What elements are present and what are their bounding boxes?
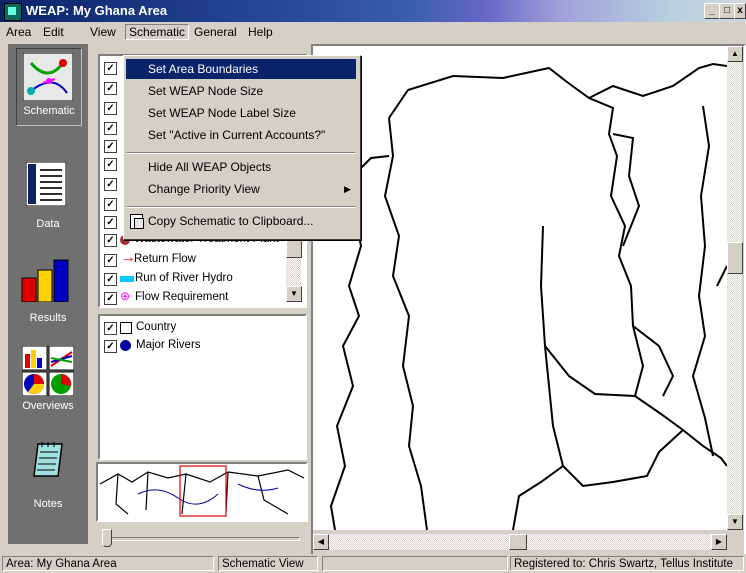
menu-bar: Area Edit View Schematic General Help bbox=[0, 22, 746, 42]
legend-checkbox[interactable]: ✓ bbox=[104, 158, 117, 171]
map-vertical-scrollbar[interactable]: ▲ ▼ bbox=[727, 46, 743, 530]
menu-item-hide-all-weap-objects[interactable]: Hide All WEAP Objects bbox=[126, 157, 356, 177]
scroll-down-icon[interactable]: ▼ bbox=[727, 514, 743, 530]
run-of-river-hydro-icon bbox=[120, 276, 134, 282]
view-button-schematic[interactable]: Schematic bbox=[16, 48, 82, 126]
legend-checkbox[interactable]: ✓ bbox=[104, 140, 117, 153]
slider-track bbox=[104, 537, 300, 541]
major-rivers-icon bbox=[120, 340, 131, 351]
menu-item-set-node-size[interactable]: Set WEAP Node Size bbox=[126, 81, 356, 101]
view-label-notes: Notes bbox=[33, 498, 63, 510]
legend-label: Country bbox=[136, 321, 177, 333]
legend-label: Flow Requirement bbox=[135, 291, 229, 303]
legend-checkbox[interactable]: ✓ bbox=[104, 322, 117, 335]
legend-checkbox[interactable]: ✓ bbox=[104, 102, 117, 115]
view-label-overviews: Overviews bbox=[22, 400, 74, 412]
legend-checkbox[interactable]: ✓ bbox=[104, 198, 117, 211]
flow-requirement-icon: ⊕ bbox=[120, 289, 131, 303]
legend-checkbox[interactable]: ✓ bbox=[104, 62, 117, 75]
minimap-drawing bbox=[99, 465, 305, 517]
scroll-thumb[interactable] bbox=[509, 534, 527, 550]
menu-item-label: Copy Schematic to Clipboard... bbox=[148, 214, 314, 228]
menu-schematic[interactable]: Schematic bbox=[125, 24, 190, 40]
status-registered: Registered to: Chris Swartz, Tellus Inst… bbox=[510, 556, 744, 571]
overviews-icon bbox=[22, 346, 74, 396]
legend-checkbox[interactable]: ✓ bbox=[104, 273, 117, 286]
view-button-results[interactable]: Results bbox=[16, 254, 80, 326]
scroll-up-icon[interactable]: ▲ bbox=[727, 46, 743, 62]
zoom-slider[interactable] bbox=[100, 528, 302, 550]
legend-checkbox[interactable]: ✓ bbox=[104, 292, 117, 305]
schematic-menu: Set Area Boundaries Set WEAP Node Size S… bbox=[123, 55, 361, 240]
slider-thumb[interactable] bbox=[102, 529, 112, 547]
menu-area[interactable]: Area bbox=[6, 25, 31, 39]
legend-checkbox[interactable]: ✓ bbox=[104, 122, 117, 135]
notes-icon bbox=[33, 442, 63, 477]
map-horizontal-scrollbar[interactable]: ◀ ▶ bbox=[313, 534, 727, 550]
menu-help[interactable]: Help bbox=[248, 25, 273, 39]
results-icon bbox=[21, 259, 69, 302]
status-bar: Area: My Ghana Area Schematic View Regis… bbox=[0, 554, 746, 573]
close-icon[interactable]: x bbox=[734, 3, 746, 19]
view-label-schematic: Schematic bbox=[23, 105, 75, 117]
legend-checkbox[interactable]: ✓ bbox=[104, 82, 117, 95]
map-canvas[interactable] bbox=[313, 46, 728, 531]
scroll-thumb[interactable] bbox=[727, 242, 743, 274]
view-button-data[interactable]: Data bbox=[16, 158, 80, 230]
submenu-arrow-icon: ▶ bbox=[344, 184, 351, 194]
view-button-notes[interactable]: Notes bbox=[16, 436, 80, 516]
gis-legend-panel: ✓ Country ✓ Major Rivers bbox=[98, 314, 307, 460]
scroll-right-icon[interactable]: ▶ bbox=[711, 534, 727, 550]
menu-general[interactable]: General bbox=[194, 25, 237, 39]
overview-minimap[interactable] bbox=[96, 462, 308, 522]
legend-label: Return Flow bbox=[134, 253, 196, 265]
legend-checkbox[interactable]: ✓ bbox=[104, 178, 117, 191]
menu-item-set-area-boundaries[interactable]: Set Area Boundaries bbox=[126, 59, 356, 79]
scroll-left-icon[interactable]: ◀ bbox=[313, 534, 329, 550]
legend-label: Major Rivers bbox=[136, 339, 201, 351]
menu-separator bbox=[127, 152, 355, 154]
schematic-icon bbox=[23, 53, 73, 101]
title-bar[interactable]: WEAP: My Ghana Area _ □ x bbox=[0, 0, 746, 22]
copy-icon bbox=[130, 214, 144, 229]
map-view[interactable]: ▲ ▼ ◀ ▶ bbox=[311, 44, 746, 556]
status-view: Schematic View bbox=[218, 556, 318, 571]
data-icon bbox=[26, 162, 66, 206]
app-icon bbox=[4, 3, 22, 21]
legend-checkbox[interactable]: ✓ bbox=[104, 254, 117, 267]
view-button-overviews[interactable]: Overviews bbox=[16, 342, 80, 422]
menu-edit[interactable]: Edit bbox=[43, 25, 64, 39]
menu-item-label: Change Priority View bbox=[148, 182, 260, 196]
menu-view[interactable]: View bbox=[90, 25, 116, 39]
legend-checkbox[interactable]: ✓ bbox=[104, 216, 117, 229]
window-title: WEAP: My Ghana Area bbox=[26, 3, 168, 18]
menu-item-set-active-current-accounts[interactable]: Set "Active in Current Accounts?" bbox=[126, 125, 356, 145]
legend-checkbox[interactable]: ✓ bbox=[104, 234, 117, 247]
scroll-down-icon[interactable]: ▼ bbox=[286, 286, 302, 302]
view-label-results: Results bbox=[29, 312, 67, 324]
menu-item-copy-schematic[interactable]: Copy Schematic to Clipboard... bbox=[126, 211, 356, 231]
legend-checkbox[interactable]: ✓ bbox=[104, 340, 117, 353]
view-label-data: Data bbox=[36, 218, 60, 230]
ghana-map bbox=[313, 62, 728, 531]
legend-label: Run of River Hydro bbox=[135, 272, 233, 284]
maximize-icon[interactable]: □ bbox=[719, 3, 735, 19]
menu-item-change-priority-view[interactable]: Change Priority View ▶ bbox=[126, 179, 356, 199]
menu-separator bbox=[127, 206, 355, 208]
minimize-icon[interactable]: _ bbox=[704, 3, 720, 19]
view-toolbar: Schematic Data Results Overviews Notes bbox=[8, 44, 88, 544]
status-blank bbox=[322, 556, 508, 571]
menu-item-set-node-label-size[interactable]: Set WEAP Node Label Size bbox=[126, 103, 356, 123]
status-area: Area: My Ghana Area bbox=[2, 556, 214, 571]
country-icon bbox=[120, 322, 132, 334]
